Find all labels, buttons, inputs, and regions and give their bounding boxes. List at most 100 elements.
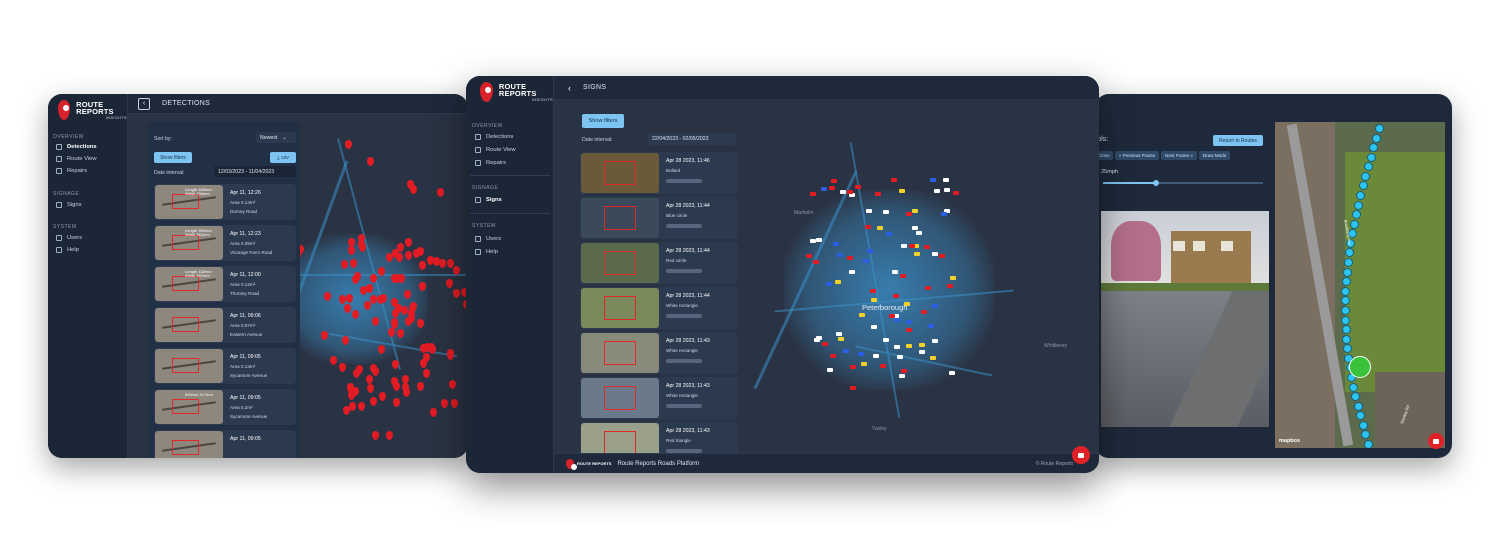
chat-button[interactable] — [1072, 446, 1090, 464]
sign-marker-icon[interactable] — [876, 226, 883, 231]
sign-marker-icon[interactable] — [849, 364, 856, 369]
show-filters-button[interactable]: Show filters — [582, 114, 624, 128]
sign-marker-icon[interactable] — [943, 188, 950, 193]
sign-marker-icon[interactable] — [871, 325, 878, 330]
pothole-pin-icon[interactable] — [439, 258, 447, 268]
sign-marker-icon[interactable] — [918, 343, 925, 348]
sign-marker-icon[interactable] — [826, 282, 833, 287]
pothole-pin-icon[interactable] — [386, 430, 394, 440]
pothole-pin-icon[interactable] — [367, 156, 375, 166]
route-point-icon[interactable] — [1341, 325, 1351, 335]
detection-card[interactable]: Apr 11, 09:05 Area 0.13m² Sycamore Avenue — [154, 348, 296, 384]
pothole-pin-icon[interactable] — [369, 274, 377, 284]
pothole-pin-icon[interactable] — [446, 350, 454, 360]
sign-marker-icon[interactable] — [833, 242, 840, 247]
sign-marker-icon[interactable] — [914, 251, 921, 256]
sign-marker-icon[interactable] — [925, 286, 931, 291]
sign-marker-icon[interactable] — [901, 368, 908, 373]
pothole-pin-icon[interactable] — [390, 298, 398, 308]
sign-marker-icon[interactable] — [908, 244, 915, 249]
satellite-map[interactable]: mapbox Brookland Ave Stanley Rd — [1275, 122, 1445, 448]
sign-marker-icon[interactable] — [815, 238, 822, 243]
sign-marker-icon[interactable] — [919, 349, 926, 354]
sign-marker-icon[interactable] — [898, 188, 905, 193]
frame-slider[interactable] — [1103, 180, 1263, 186]
route-point-icon[interactable] — [1361, 171, 1371, 181]
route-point-icon[interactable] — [1372, 133, 1382, 143]
sign-marker-icon[interactable] — [834, 280, 841, 285]
sign-marker-icon[interactable] — [941, 211, 948, 216]
pothole-pin-icon[interactable] — [366, 384, 374, 394]
sign-card[interactable]: Apr 28 2023, 11:43 White rectangle — [580, 377, 738, 419]
detection-card[interactable]: Apr 11, 09:05 — [154, 430, 296, 458]
sign-marker-icon[interactable] — [890, 177, 897, 182]
sign-marker-icon[interactable] — [813, 259, 820, 264]
route-point-icon[interactable] — [1349, 219, 1359, 229]
sign-marker-icon[interactable] — [903, 301, 910, 306]
sign-marker-icon[interactable] — [952, 190, 959, 195]
pothole-pin-icon[interactable] — [352, 386, 360, 396]
sign-marker-icon[interactable] — [821, 341, 828, 346]
sign-marker-icon[interactable] — [857, 351, 864, 356]
pothole-pin-icon[interactable] — [412, 248, 420, 258]
sign-marker-icon[interactable] — [867, 248, 874, 253]
current-position-marker[interactable] — [1349, 356, 1371, 378]
next-frame-button[interactable]: Next Frame » — [1161, 151, 1197, 160]
sidebar-item-route-view[interactable]: Route View — [475, 147, 516, 153]
sign-marker-icon[interactable] — [882, 338, 889, 343]
route-point-icon[interactable] — [1342, 267, 1352, 277]
pothole-pin-icon[interactable] — [358, 401, 366, 411]
sign-card[interactable]: Apr 28 2023, 11:43 Red triangle — [580, 422, 738, 453]
route-point-icon[interactable] — [1366, 152, 1376, 162]
pothole-pin-icon[interactable] — [422, 352, 430, 362]
detections-map[interactable]: Sort by: Newest ⌄ Show filters ⤓ csv Date … — [128, 114, 468, 458]
pothole-pin-icon[interactable] — [371, 317, 379, 326]
sign-marker-icon[interactable] — [826, 368, 833, 373]
sign-marker-icon[interactable] — [828, 185, 835, 190]
sign-marker-icon[interactable] — [855, 184, 862, 189]
sidebar-item-users[interactable]: Users — [56, 235, 82, 241]
sidebar-item-detections[interactable]: Detections — [475, 134, 513, 140]
route-point-icon[interactable] — [1361, 430, 1371, 440]
pothole-pin-icon[interactable] — [339, 362, 346, 372]
sign-marker-icon[interactable] — [885, 231, 892, 236]
sign-marker-icon[interactable] — [905, 212, 912, 217]
pothole-pin-icon[interactable] — [393, 398, 400, 408]
sign-card[interactable]: Apr 28 2023, 11:44 White rectangle — [580, 287, 738, 329]
sign-marker-icon[interactable] — [932, 339, 939, 344]
sign-marker-icon[interactable] — [870, 298, 877, 303]
route-point-icon[interactable] — [1351, 392, 1361, 402]
brand-logo[interactable]: ROUTE REPORTS INSIGHTS — [58, 100, 127, 120]
pothole-pin-icon[interactable] — [344, 140, 352, 150]
sign-marker-icon[interactable] — [943, 177, 950, 182]
sign-marker-icon[interactable] — [933, 188, 940, 193]
pothole-pin-icon[interactable] — [409, 184, 417, 194]
sign-marker-icon[interactable] — [870, 289, 877, 293]
sidebar-item-signs[interactable]: Signs — [56, 202, 82, 208]
sign-marker-icon[interactable] — [888, 313, 895, 318]
pothole-pin-icon[interactable] — [395, 252, 403, 262]
sidebar-item-users[interactable]: Users — [475, 236, 501, 242]
sign-marker-icon[interactable] — [805, 254, 812, 259]
sign-marker-icon[interactable] — [915, 231, 922, 236]
detection-card[interactable]: Length 469mm Width 290mm Apr 11, 12:26 Are… — [154, 184, 296, 220]
sign-marker-icon[interactable] — [921, 310, 928, 315]
route-point-icon[interactable] — [1375, 124, 1384, 133]
sign-marker-icon[interactable] — [906, 344, 913, 349]
pothole-pin-icon[interactable] — [392, 382, 400, 392]
route-point-icon[interactable] — [1341, 277, 1351, 287]
sign-marker-icon[interactable] — [820, 186, 827, 191]
pothole-pin-icon[interactable] — [437, 187, 445, 197]
sign-marker-icon[interactable] — [899, 374, 906, 379]
route-point-icon[interactable] — [1358, 420, 1368, 430]
pothole-pin-icon[interactable] — [377, 344, 385, 354]
pothole-pin-icon[interactable] — [378, 392, 386, 402]
pothole-pin-icon[interactable] — [429, 408, 437, 418]
back-chevron-icon[interactable]: ‹ — [568, 83, 571, 93]
detection-card[interactable]: Length 432mm Width 287mm Apr 11, 12:00 Are… — [154, 266, 296, 302]
date-interval-field[interactable]: 22/04/2023 - 02/05/2023 — [648, 133, 736, 145]
pothole-pin-icon[interactable] — [445, 278, 453, 288]
pothole-pin-icon[interactable] — [342, 406, 350, 416]
sign-marker-icon[interactable] — [873, 353, 880, 358]
pothole-pin-icon[interactable] — [449, 380, 457, 390]
